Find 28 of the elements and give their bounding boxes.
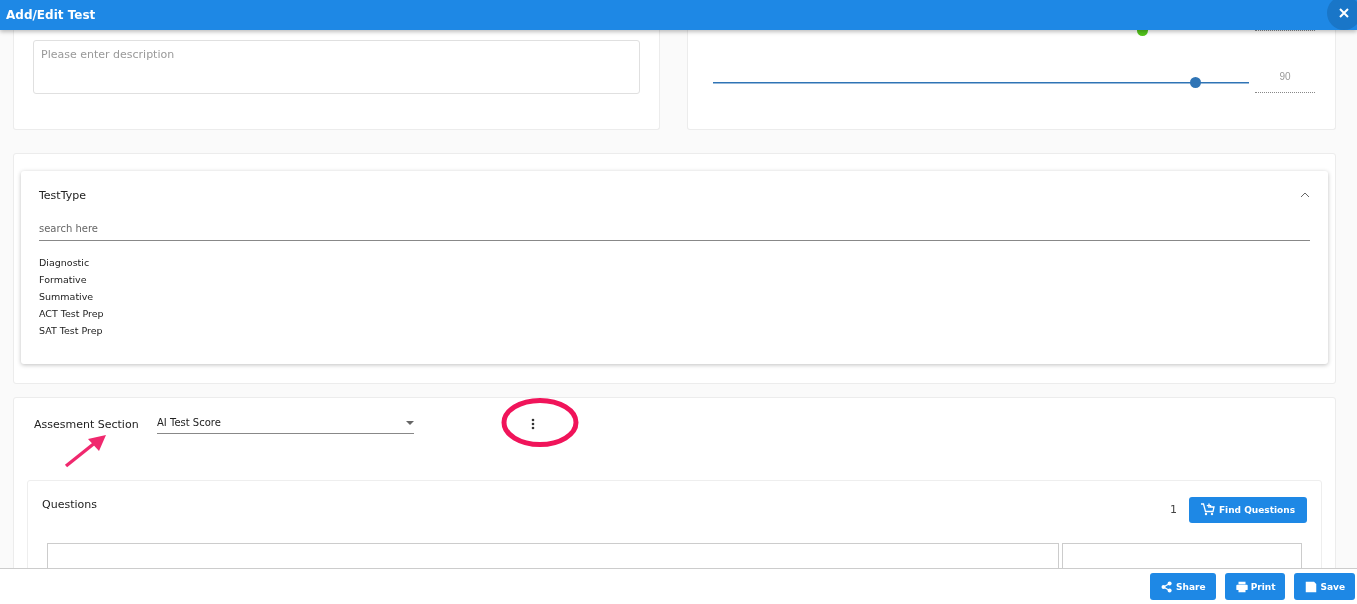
close-icon — [1339, 8, 1349, 18]
test-type-option[interactable]: Diagnostic — [39, 256, 1310, 270]
more-menu-icon[interactable] — [531, 418, 535, 430]
slider-thumb[interactable] — [1136, 30, 1148, 36]
print-icon — [1234, 579, 1249, 594]
chevron-up-icon[interactable] — [1300, 192, 1310, 198]
print-button[interactable]: Print — [1224, 573, 1286, 600]
test-type-option[interactable]: Summative — [39, 290, 1310, 304]
share-icon — [1160, 579, 1175, 594]
section-dropdown[interactable]: AI Test Score — [157, 412, 414, 434]
section-title: Questions — [42, 498, 97, 511]
dropdown-caret-icon — [406, 420, 414, 425]
close-button[interactable] — [1327, 0, 1357, 30]
save-button[interactable]: Save — [1294, 573, 1355, 600]
slider-thumb[interactable] — [1190, 76, 1202, 88]
test-type-option[interactable]: ACT Test Prep — [39, 307, 1310, 321]
pointer-arrow — [62, 432, 108, 470]
panel-title: TestType — [39, 188, 86, 202]
question-count: 1 — [1169, 503, 1177, 516]
dialog-title: Add/Edit Test — [6, 8, 96, 22]
test-type-option[interactable]: SAT Test Prep — [39, 324, 1310, 338]
test-type-option[interactable]: Formative — [39, 273, 1310, 287]
share-button[interactable]: Share — [1150, 573, 1216, 600]
field-label: Assesment Section — [34, 417, 140, 431]
find-questions-button[interactable]: Find Questions — [1188, 496, 1307, 523]
description-field[interactable]: Please enter description — [33, 40, 640, 94]
save-icon — [1304, 579, 1319, 594]
cart-icon — [1200, 503, 1215, 516]
